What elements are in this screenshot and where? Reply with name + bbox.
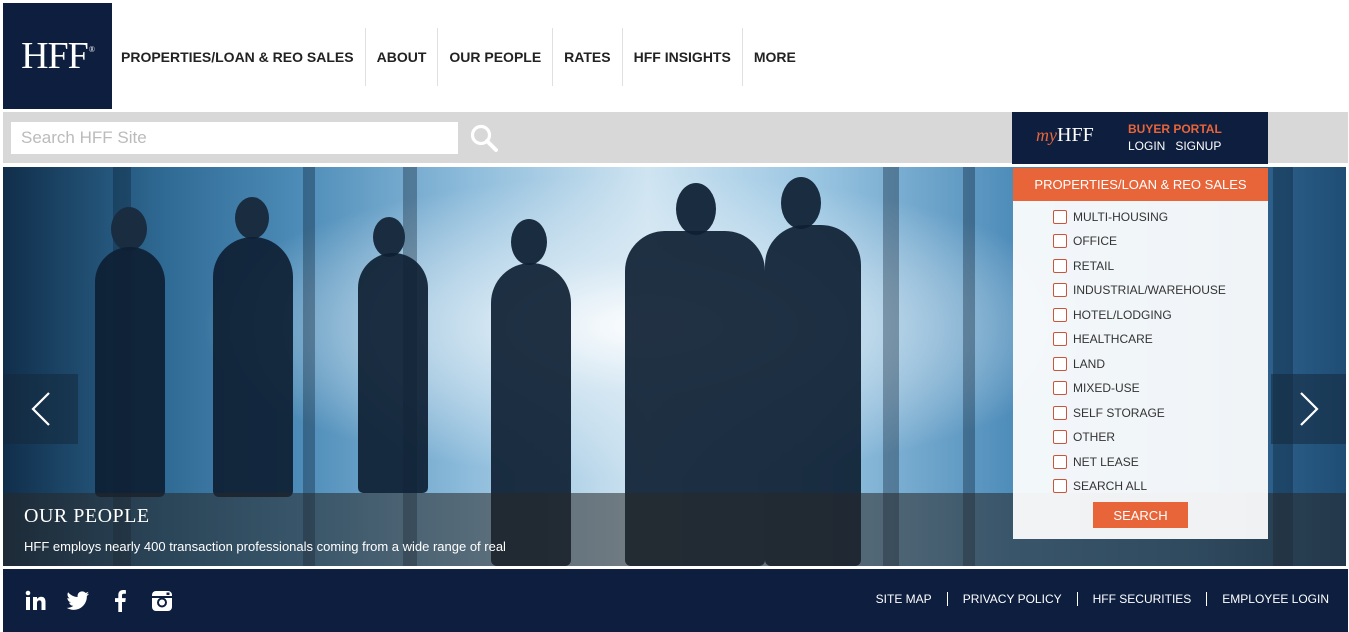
search-input[interactable] [11, 122, 458, 154]
checkbox[interactable] [1053, 332, 1067, 346]
myhff-logo-brand: HFF [1057, 124, 1094, 146]
site-header: HFF ® PROPERTIES/LOAN & REO SALES ABOUT O… [0, 0, 1349, 112]
carousel-prev-button[interactable] [3, 374, 78, 444]
checkbox[interactable] [1053, 234, 1067, 248]
footer-divider [1206, 592, 1208, 606]
footer-links: SITE MAP PRIVACY POLICY HFF SECURITIES E… [876, 592, 1329, 606]
filter-option-hotel-lodging[interactable]: HOTEL/LODGING [1053, 308, 1172, 322]
hero-title: OUR PEOPLE [24, 505, 150, 527]
footer-divider [946, 592, 948, 606]
filter-option-healthcare[interactable]: HEALTHCARE [1053, 332, 1153, 346]
filter-panel-title: PROPERTIES/LOAN & REO SALES [1013, 168, 1268, 201]
twitter-icon[interactable] [66, 589, 90, 613]
portal-links: LOGIN SIGNUP [1128, 139, 1221, 153]
nav-item-properties[interactable]: PROPERTIES/LOAN & REO SALES [112, 28, 366, 86]
filter-option-label: RETAIL [1073, 259, 1115, 273]
carousel-next-button[interactable] [1271, 374, 1346, 444]
property-filter-panel: PROPERTIES/LOAN & REO SALES MULTI-HOUSIN… [1013, 168, 1268, 539]
footer-link-privacy-policy[interactable]: PRIVACY POLICY [963, 592, 1062, 606]
signup-link[interactable]: SIGNUP [1175, 139, 1221, 153]
login-link[interactable]: LOGIN [1128, 139, 1165, 153]
checkbox[interactable] [1053, 357, 1067, 371]
myhff-logo[interactable]: myHFF [1036, 124, 1094, 147]
nav-item-our-people[interactable]: OUR PEOPLE [438, 28, 554, 86]
filter-option-label: HEALTHCARE [1073, 332, 1153, 346]
filter-option-other[interactable]: OTHER [1053, 430, 1115, 444]
chevron-right-icon [1299, 392, 1319, 426]
hff-logo[interactable]: HFF ® [3, 3, 112, 109]
nav-item-rates[interactable]: RATES [553, 28, 623, 86]
checkbox[interactable] [1053, 308, 1067, 322]
nav-item-hff-insights[interactable]: HFF INSIGHTS [623, 28, 743, 86]
filter-option-multi-housing[interactable]: MULTI-HOUSING [1053, 210, 1168, 224]
filter-option-land[interactable]: LAND [1053, 357, 1105, 371]
checkbox[interactable] [1053, 283, 1067, 297]
filter-option-industrial-warehouse[interactable]: INDUSTRIAL/WAREHOUSE [1053, 283, 1226, 297]
social-links [24, 589, 174, 613]
filter-option-label: OFFICE [1073, 234, 1117, 248]
filter-option-retail[interactable]: RETAIL [1053, 259, 1114, 273]
filter-option-label: LAND [1073, 357, 1106, 371]
filter-option-label: OTHER [1073, 430, 1115, 444]
checkbox[interactable] [1053, 430, 1067, 444]
site-footer: SITE MAP PRIVACY POLICY HFF SECURITIES E… [3, 569, 1348, 632]
filter-search-button[interactable]: SEARCH [1093, 502, 1188, 528]
myhff-logo-my: my [1036, 125, 1057, 145]
linkedin-icon[interactable] [24, 589, 48, 613]
buyer-portal-title: BUYER PORTAL [1128, 122, 1222, 136]
filter-option-label: SELF STORAGE [1073, 406, 1165, 420]
hero-text: HFF employs nearly 400 transaction profe… [24, 539, 506, 554]
filter-option-label: MULTI-HOUSING [1073, 210, 1169, 224]
checkbox[interactable] [1053, 406, 1067, 420]
footer-link-hff-securities[interactable]: HFF SECURITIES [1093, 592, 1192, 606]
logo-registered-mark: ® [88, 44, 95, 54]
filter-option-office[interactable]: OFFICE [1053, 234, 1117, 248]
checkbox[interactable] [1053, 381, 1067, 395]
filter-option-self-storage[interactable]: SELF STORAGE [1053, 406, 1165, 420]
search-button[interactable] [469, 123, 499, 153]
buyer-portal-box: myHFF BUYER PORTAL LOGIN SIGNUP [1012, 112, 1268, 164]
checkbox[interactable] [1053, 455, 1067, 469]
checkbox[interactable] [1053, 210, 1067, 224]
search-icon [470, 124, 498, 152]
instagram-icon[interactable] [150, 589, 174, 613]
filter-option-mixed-use[interactable]: MIXED-USE [1053, 381, 1140, 395]
filter-option-label: INDUSTRIAL/WAREHOUSE [1073, 283, 1226, 297]
checkbox[interactable] [1053, 259, 1067, 273]
nav-item-about[interactable]: ABOUT [366, 28, 439, 86]
filter-option-search-all[interactable]: SEARCH ALL [1053, 479, 1147, 493]
filter-option-net-lease[interactable]: NET LEASE [1053, 455, 1139, 469]
footer-link-employee-login[interactable]: EMPLOYEE LOGIN [1222, 592, 1329, 606]
checkbox[interactable] [1053, 479, 1067, 493]
filter-option-label: MIXED-USE [1073, 381, 1140, 395]
footer-link-site-map[interactable]: SITE MAP [876, 592, 932, 606]
filter-option-label: NET LEASE [1073, 455, 1139, 469]
main-nav: PROPERTIES/LOAN & REO SALES ABOUT OUR PE… [112, 28, 807, 86]
facebook-icon[interactable] [108, 589, 132, 613]
chevron-left-icon [30, 392, 50, 426]
footer-divider [1076, 592, 1078, 606]
filter-option-label: SEARCH ALL [1073, 479, 1148, 493]
logo-text: HFF [21, 35, 89, 77]
nav-item-more[interactable]: MORE [743, 28, 807, 86]
filter-option-label: HOTEL/LODGING [1073, 308, 1172, 322]
